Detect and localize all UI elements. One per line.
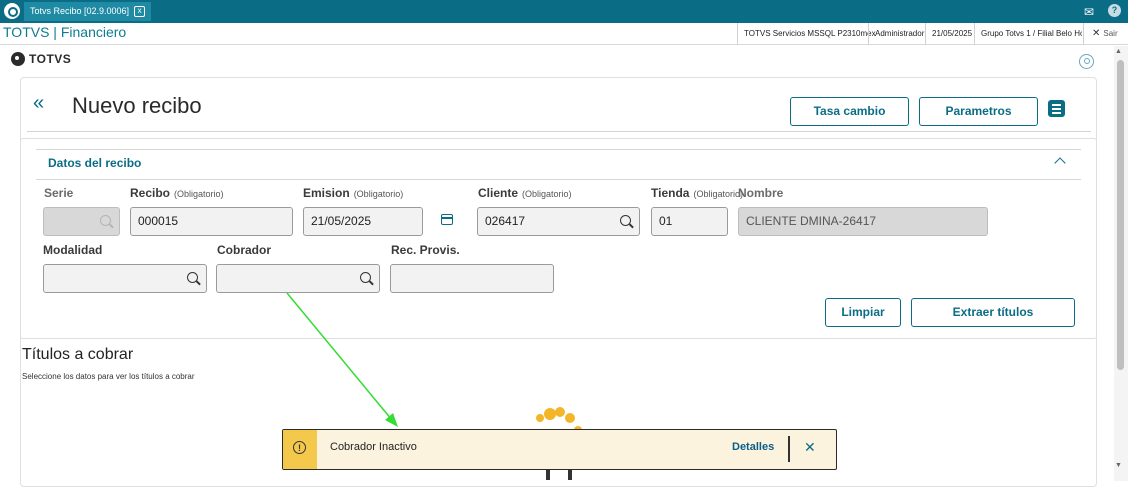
totvs-logo-text: TOTVS bbox=[29, 52, 72, 66]
extraer-titulos-button[interactable]: Extraer títulos bbox=[911, 298, 1075, 327]
divider bbox=[36, 149, 1081, 150]
section-title[interactable]: Datos del recibo bbox=[48, 156, 141, 170]
mail-icon[interactable]: ✉ bbox=[1084, 5, 1094, 19]
totvs-logo-icon bbox=[11, 52, 25, 66]
titulos-hint: Seleccione los datos para ver los título… bbox=[22, 372, 195, 381]
emision-input[interactable]: 21/05/2025 bbox=[303, 207, 423, 236]
app-name: TOTVS | Financiero bbox=[3, 24, 127, 40]
search-icon[interactable] bbox=[360, 272, 371, 283]
date-info: 21/05/2025 bbox=[925, 23, 978, 45]
totvs-logo: TOTVS bbox=[11, 52, 71, 66]
logout-label: Sair bbox=[1103, 29, 1118, 38]
rec-provis-input[interactable] bbox=[390, 264, 554, 293]
search-icon[interactable] bbox=[100, 215, 111, 226]
cobrador-input[interactable] bbox=[216, 264, 380, 293]
modalidad-label: Modalidad bbox=[43, 243, 103, 257]
scroll-thumb[interactable] bbox=[1117, 60, 1124, 370]
serie-input[interactable] bbox=[43, 207, 120, 236]
user-profile-icon[interactable] bbox=[1079, 54, 1094, 69]
page-title: Nuevo recibo bbox=[72, 93, 202, 118]
divider bbox=[36, 179, 1081, 180]
parametros-button[interactable]: Parametros bbox=[919, 97, 1038, 126]
rec-provis-label: Rec. Provis. bbox=[391, 243, 460, 257]
cliente-label: Cliente (Obligatorio) bbox=[478, 186, 572, 200]
help-icon[interactable]: ? bbox=[1108, 4, 1121, 17]
tienda-input[interactable]: 01 bbox=[651, 207, 728, 236]
serie-label: Serie bbox=[44, 186, 74, 200]
window-title-bar bbox=[0, 0, 1128, 23]
logout-button[interactable]: ✕ Sair bbox=[1083, 23, 1118, 45]
window-tab[interactable]: Totvs Recibo [02.9.0006] x bbox=[24, 2, 152, 21]
warning-icon: ! bbox=[293, 441, 306, 454]
menu-icon[interactable] bbox=[1048, 100, 1065, 117]
recibo-input[interactable]: 000015 bbox=[130, 207, 293, 236]
limpiar-button[interactable]: Limpiar bbox=[825, 298, 901, 327]
modalidad-input[interactable] bbox=[43, 264, 207, 293]
cobrador-label: Cobrador bbox=[217, 243, 271, 257]
detalles-link[interactable]: Detalles bbox=[732, 441, 774, 453]
scroll-up-icon[interactable]: ▲ bbox=[1115, 48, 1122, 55]
search-icon[interactable] bbox=[620, 215, 631, 226]
app-logo-icon bbox=[4, 3, 20, 19]
titulos-heading: Títulos a cobrar bbox=[22, 346, 134, 363]
toast-close-icon[interactable]: ✕ bbox=[804, 439, 816, 456]
server-info: TOTVS Servicios MSSQL P2310mex bbox=[737, 23, 882, 45]
scroll-down-icon[interactable]: ▼ bbox=[1115, 462, 1122, 469]
calendar-icon[interactable] bbox=[441, 214, 453, 225]
tasa-cambio-button[interactable]: Tasa cambio bbox=[790, 97, 909, 126]
nombre-label: Nombre bbox=[738, 186, 784, 200]
recibo-label: Recibo (Obligatorio) bbox=[130, 186, 224, 200]
toast-divider bbox=[788, 436, 790, 462]
cliente-input[interactable]: 026417 bbox=[477, 207, 640, 236]
search-icon[interactable] bbox=[187, 272, 198, 283]
toast-message: Cobrador Inactivo bbox=[330, 441, 417, 453]
divider bbox=[27, 131, 1091, 132]
tab-close-icon[interactable]: x bbox=[134, 6, 146, 17]
back-button[interactable]: « bbox=[33, 93, 44, 113]
user-info: Administrador bbox=[868, 23, 930, 45]
tab-title: Totvs Recibo [02.9.0006] bbox=[30, 6, 130, 16]
emision-label: Emision (Obligatorio) bbox=[303, 186, 404, 200]
tienda-label: Tienda (Obligatorio) bbox=[651, 186, 743, 200]
branch-info: Grupo Totvs 1 / Filial Belo Hor bbox=[974, 23, 1082, 45]
nombre-input[interactable]: CLIENTE DMINA-26417 bbox=[738, 207, 988, 236]
close-icon: ✕ bbox=[1092, 28, 1101, 39]
